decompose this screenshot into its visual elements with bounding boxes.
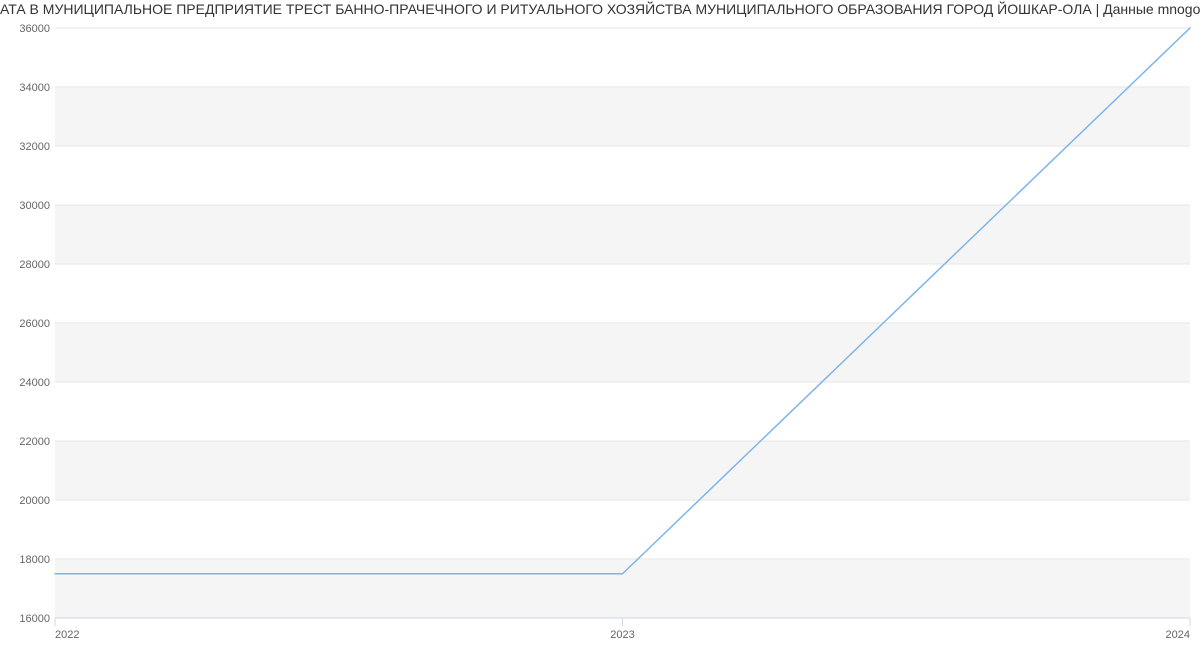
y-tick: 32000 [19, 141, 50, 153]
x-tick: 2022 [55, 629, 79, 641]
line-chart: 16000 18000 20000 22000 24000 26000 2800… [0, 18, 1200, 650]
plot-area [55, 28, 1190, 626]
x-tick: 2023 [610, 629, 634, 641]
y-tick: 20000 [19, 495, 50, 507]
y-tick: 30000 [19, 200, 50, 212]
y-tick: 26000 [19, 318, 50, 330]
x-axis-labels: 2022 2023 2024 [55, 629, 1190, 641]
y-tick: 36000 [19, 23, 50, 35]
y-tick: 22000 [19, 436, 50, 448]
y-axis-labels: 16000 18000 20000 22000 24000 26000 2800… [19, 23, 50, 625]
y-tick: 18000 [19, 554, 50, 566]
y-tick: 34000 [19, 82, 50, 94]
y-tick: 24000 [19, 377, 50, 389]
chart-title: АТА В МУНИЦИПАЛЬНОЕ ПРЕДПРИЯТИЕ ТРЕСТ БА… [0, 0, 1200, 18]
y-tick: 16000 [19, 613, 50, 625]
x-tick: 2024 [1166, 629, 1190, 641]
y-tick: 28000 [19, 259, 50, 271]
